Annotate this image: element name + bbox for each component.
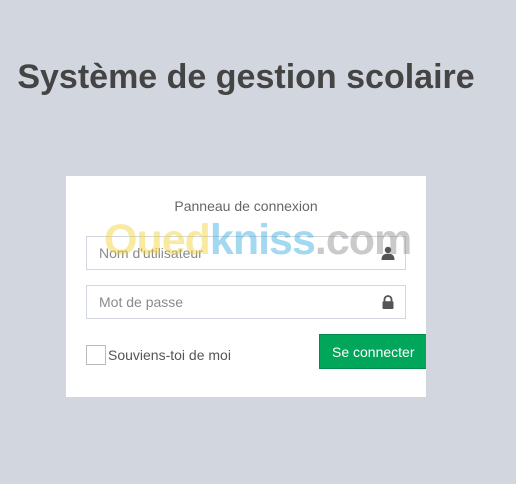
login-button[interactable]: Se connecter — [319, 334, 426, 369]
password-input[interactable] — [87, 286, 369, 318]
lock-icon — [382, 295, 394, 309]
password-field[interactable] — [86, 285, 406, 319]
login-panel: Panneau de connexion Ouedkniss.com Souvi… — [66, 176, 426, 397]
username-input[interactable] — [87, 237, 369, 269]
user-icon — [381, 246, 395, 260]
remember-label[interactable]: Souviens-toi de moi — [108, 347, 231, 363]
remember-checkbox[interactable] — [86, 345, 106, 365]
page-title: Système de gestion scolaire — [17, 58, 475, 96]
username-field[interactable] — [86, 236, 406, 270]
login-panel-title: Panneau de connexion — [174, 198, 318, 214]
